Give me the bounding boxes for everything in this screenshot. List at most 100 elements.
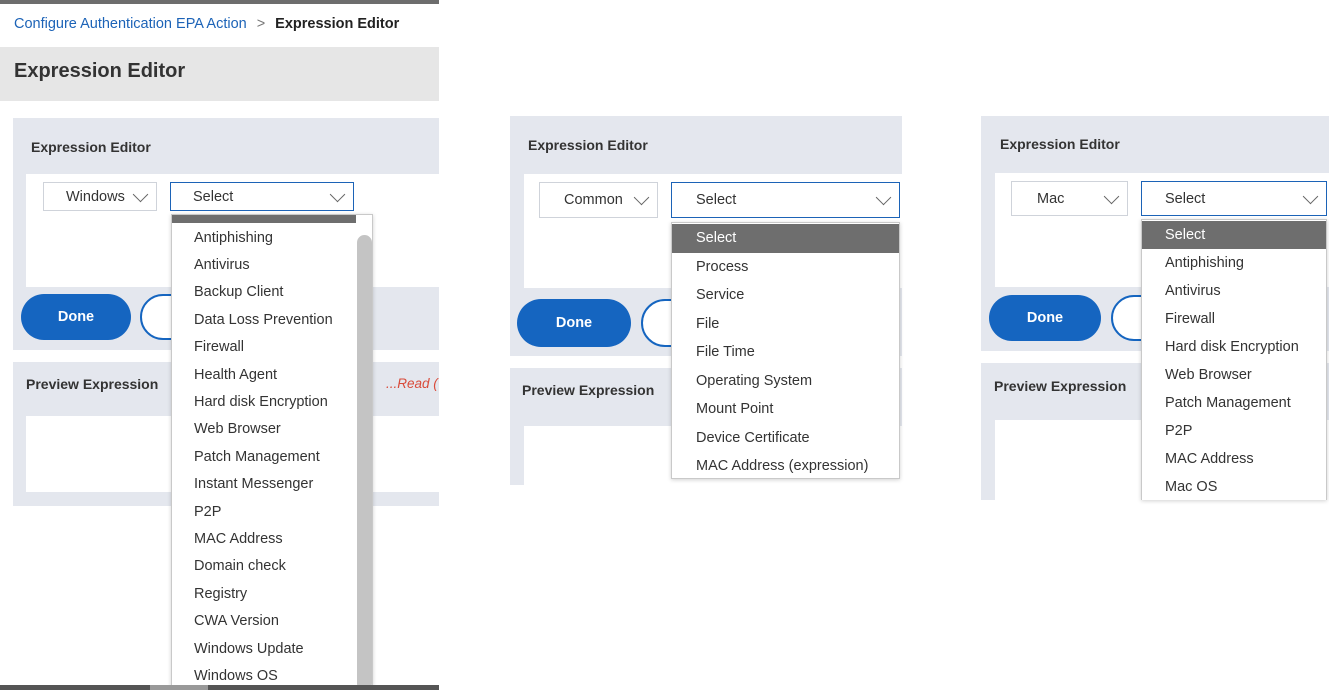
read-documentation-link[interactable]: ...Read (: [386, 376, 438, 391]
dropdown-option[interactable]: Windows Update: [172, 635, 356, 662]
condition-dropdown-list: Select Process Service File File Time Operati…: [671, 222, 900, 479]
dropdown-option-label: Antiphishing: [1165, 255, 1244, 271]
os-select-value: Mac: [1037, 190, 1065, 207]
dropdown-option-label: Firewall: [1165, 311, 1215, 327]
dropdown-option-label: File: [696, 315, 720, 332]
breadcrumb-separator: >: [256, 16, 266, 32]
done-button[interactable]: Done: [21, 294, 131, 340]
dropdown-option[interactable]: Registry: [172, 580, 356, 607]
dropdown-option[interactable]: MAC Address (expression): [672, 452, 899, 478]
preview-title: Preview Expression: [26, 376, 159, 392]
dropdown-option[interactable]: P2P: [1142, 417, 1326, 445]
dropdown-option[interactable]: Process: [672, 253, 899, 282]
card-title: Expression Editor: [31, 139, 151, 155]
dropdown-option-label: Service: [696, 287, 745, 304]
dropdown-option[interactable]: Health Agent: [172, 361, 356, 388]
bottom-scrollbar-thumb[interactable]: [150, 685, 208, 690]
chevron-down-icon: [132, 186, 149, 202]
os-select[interactable]: Windows: [43, 182, 157, 211]
dropdown-option[interactable]: P2P: [172, 498, 356, 525]
dropdown-option-label: Mount Point: [696, 401, 774, 418]
dropdown-option[interactable]: MAC Address: [1142, 445, 1326, 473]
dropdown-option-label: MAC Address (expression): [696, 458, 869, 475]
os-select-value: Windows: [66, 188, 125, 205]
condition-select-value: Select: [696, 192, 737, 208]
dropdown-option-label: Process: [696, 258, 749, 275]
dropdown-scrollbar[interactable]: [357, 235, 372, 690]
dropdown-option[interactable]: Web Browser: [1142, 361, 1326, 389]
dropdown-option-label: Antivirus: [1165, 283, 1221, 299]
dropdown-option[interactable]: Mac OS: [1142, 473, 1326, 500]
dropdown-option[interactable]: Operating System: [672, 367, 899, 396]
chevron-down-icon: [633, 189, 650, 206]
done-button[interactable]: Done: [517, 299, 631, 347]
dropdown-option-label: Health Agent: [194, 366, 278, 383]
condition-dropdown-list: Select Antiphishing Antivirus Firewall Hard …: [1141, 219, 1327, 500]
breadcrumb: Configure Authentication EPA Action > Expr…: [14, 16, 399, 32]
condition-select[interactable]: Select: [1141, 181, 1327, 216]
selected-option-remnant: [172, 215, 356, 223]
condition-select[interactable]: Select: [170, 182, 354, 211]
card-title: Expression Editor: [528, 137, 648, 153]
dropdown-option-label: Data Loss Prevention: [194, 311, 333, 328]
dropdown-option-label: Patch Management: [194, 448, 320, 465]
dropdown-option[interactable]: Web Browser: [172, 416, 356, 443]
condition-select[interactable]: Select: [671, 182, 900, 218]
breadcrumb-link-configure-epa[interactable]: Configure Authentication EPA Action: [14, 16, 247, 32]
dropdown-option-label: Antiphishing: [194, 229, 273, 246]
dropdown-option[interactable]: File Time: [672, 338, 899, 367]
dropdown-option[interactable]: Hard disk Encryption: [172, 388, 356, 415]
chevron-down-icon: [329, 186, 346, 202]
dropdown-option[interactable]: Service: [672, 281, 899, 310]
preview-title: Preview Expression: [994, 378, 1127, 394]
dropdown-option[interactable]: Antiphishing: [1142, 249, 1326, 277]
dropdown-option[interactable]: Antivirus: [1142, 277, 1326, 305]
dropdown-option[interactable]: Instant Messenger: [172, 471, 356, 498]
dropdown-option[interactable]: Domain check: [172, 553, 356, 580]
dropdown-option-label: Domain check: [194, 558, 286, 575]
chevron-down-icon: [875, 189, 892, 206]
dropdown-option-label: Instant Messenger: [194, 476, 314, 493]
dropdown-option[interactable]: Hard disk Encryption: [1142, 333, 1326, 361]
os-select-value: Common: [564, 192, 623, 208]
dropdown-option[interactable]: Data Loss Prevention: [172, 306, 356, 333]
dropdown-option[interactable]: CWA Version: [172, 608, 356, 635]
dropdown-option[interactable]: Mount Point: [672, 395, 899, 424]
done-button[interactable]: Done: [989, 295, 1101, 341]
dropdown-option-label: Hard disk Encryption: [1165, 339, 1299, 355]
dropdown-option-label: Patch Management: [1165, 395, 1291, 411]
dropdown-option-label: Windows Update: [194, 640, 304, 657]
os-select[interactable]: Common: [539, 182, 658, 218]
dropdown-option[interactable]: Antiphishing: [172, 224, 356, 251]
dropdown-option[interactable]: Firewall: [1142, 305, 1326, 333]
dropdown-option[interactable]: File: [672, 310, 899, 339]
panel-mac: Expression Editor Mac Select Done Previe…: [981, 116, 1329, 500]
dropdown-option-label: Web Browser: [194, 421, 281, 438]
os-select[interactable]: Mac: [1011, 181, 1128, 216]
dropdown-option[interactable]: Patch Management: [172, 443, 356, 470]
condition-select-value: Select: [193, 188, 234, 205]
chevron-down-icon: [1103, 188, 1120, 204]
dropdown-option-label: P2P: [1165, 423, 1193, 439]
dropdown-option[interactable]: Antivirus: [172, 251, 356, 278]
dropdown-option[interactable]: Firewall: [172, 334, 356, 361]
dropdown-option-label: File Time: [696, 344, 755, 361]
dropdown-option-label: Web Browser: [1165, 367, 1252, 383]
dropdown-option[interactable]: Select: [672, 224, 899, 253]
dropdown-option-label: Firewall: [194, 339, 244, 356]
condition-dropdown-list: Antiphishing Antivirus Backup Client Data L…: [171, 214, 373, 690]
panel-windows: Configure Authentication EPA Action > Expr…: [0, 0, 439, 690]
dropdown-option[interactable]: Patch Management: [1142, 389, 1326, 417]
top-bar: [0, 0, 439, 4]
dropdown-option[interactable]: Select: [1142, 221, 1326, 249]
dropdown-option-label: P2P: [194, 503, 222, 520]
dropdown-option-label: MAC Address: [1165, 451, 1254, 467]
page-title: Expression Editor: [14, 60, 186, 82]
dropdown-option-label: Registry: [194, 585, 248, 602]
dropdown-option[interactable]: Device Certificate: [672, 424, 899, 453]
dropdown-option-label: Select: [696, 230, 737, 247]
dropdown-option[interactable]: MAC Address: [172, 525, 356, 552]
dropdown-option-label: Windows OS: [194, 668, 278, 685]
dropdown-option[interactable]: Backup Client: [172, 279, 356, 306]
dropdown-option-label: Backup Client: [194, 284, 284, 301]
